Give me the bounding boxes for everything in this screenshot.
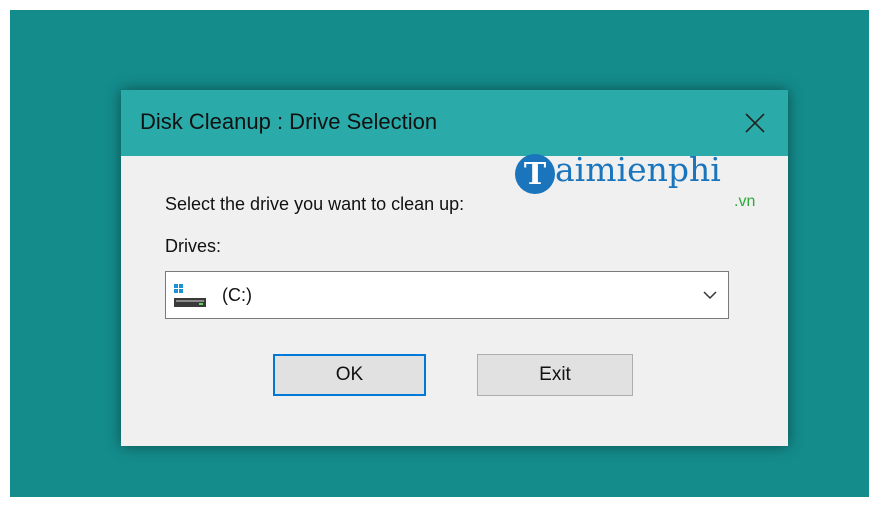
title-bar: Disk Cleanup : Drive Selection xyxy=(121,90,788,156)
ok-button[interactable]: OK xyxy=(273,354,426,396)
windows-drive-icon xyxy=(174,284,206,307)
desktop-background: Disk Cleanup : Drive Selection Select th… xyxy=(10,10,869,497)
exit-button[interactable]: Exit xyxy=(477,354,633,396)
disk-cleanup-dialog: Disk Cleanup : Drive Selection Select th… xyxy=(121,90,788,446)
selected-drive: (C:) xyxy=(222,285,252,305)
instruction-text: Select the drive you want to clean up: xyxy=(165,194,465,214)
drives-label: Drives: xyxy=(165,236,222,256)
close-button[interactable] xyxy=(722,90,788,156)
chevron-down-icon xyxy=(703,291,717,300)
close-icon xyxy=(745,113,765,133)
window-title: Disk Cleanup : Drive Selection xyxy=(140,109,438,134)
drive-select-dropdown[interactable]: (C:) xyxy=(165,271,729,319)
